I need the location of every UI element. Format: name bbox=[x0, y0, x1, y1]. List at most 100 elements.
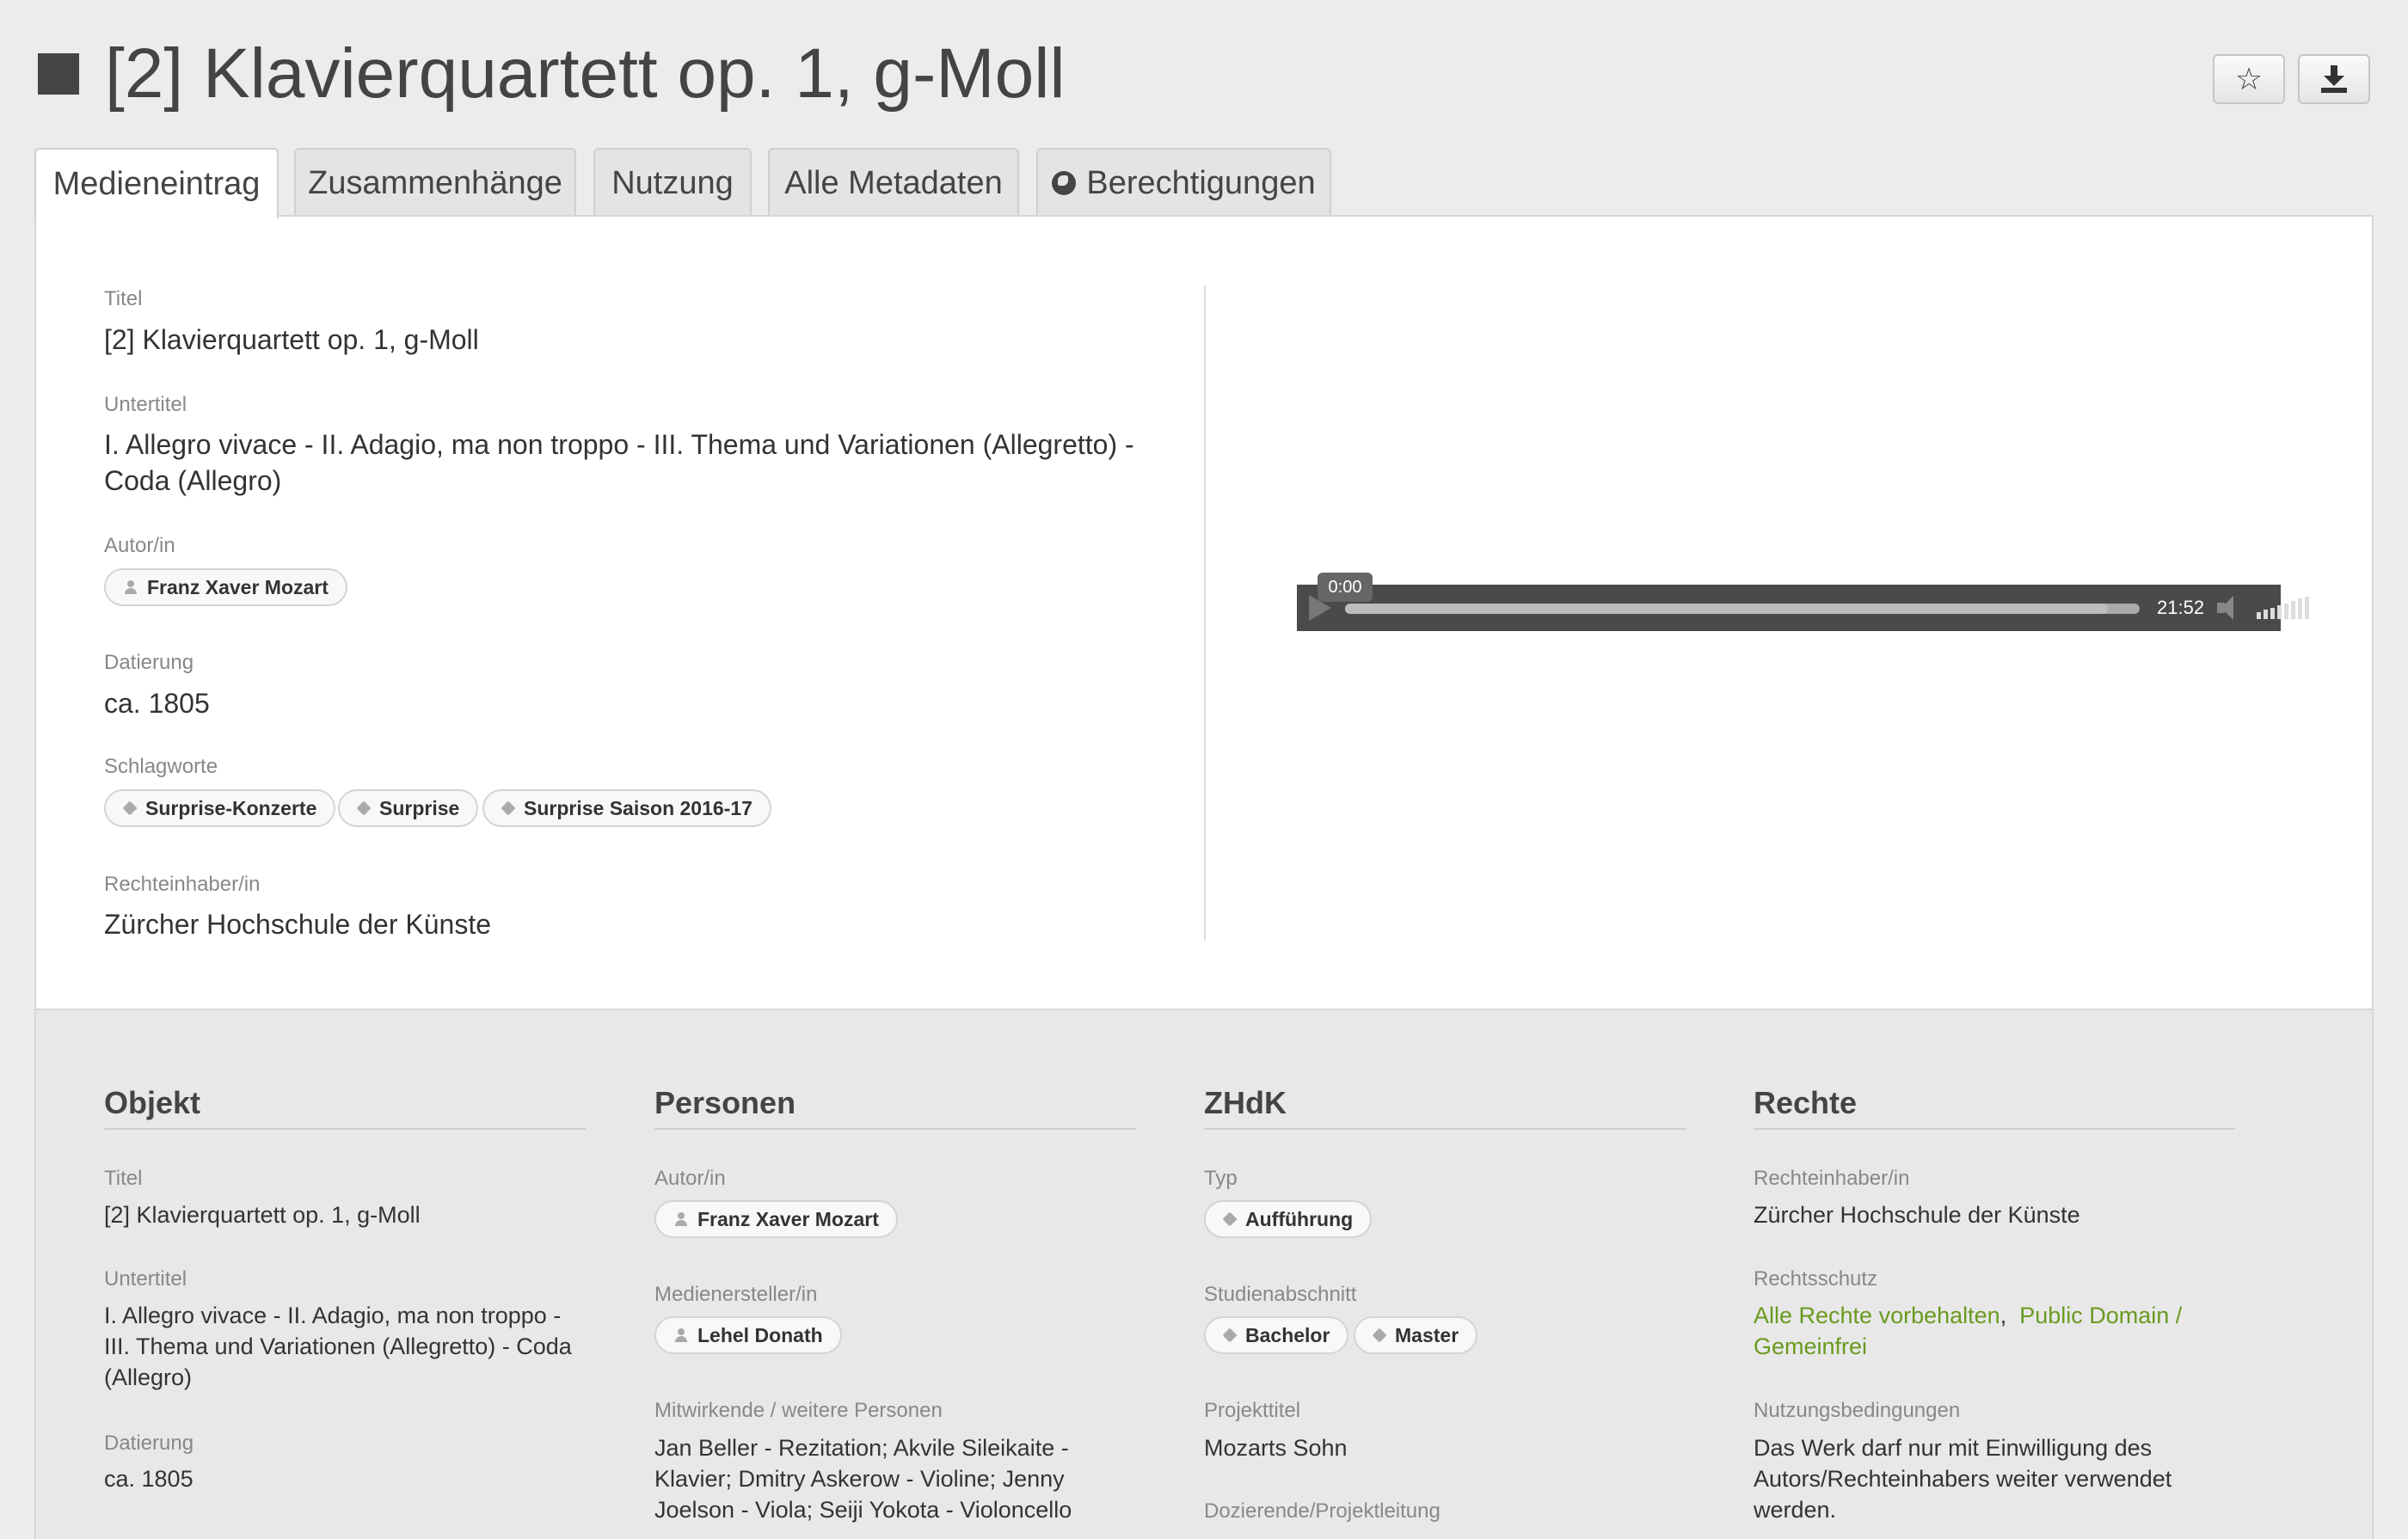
page-title: [2] Klavierquartett op. 1, g-Moll bbox=[105, 34, 1066, 113]
study-tag[interactable]: Bachelor bbox=[1204, 1316, 1349, 1354]
tab-alle-metadaten[interactable]: Alle Metadaten bbox=[768, 148, 1019, 217]
personen-creator-label: Medienersteller/in bbox=[654, 1283, 818, 1306]
objekt-title-label: Titel bbox=[104, 1167, 143, 1190]
section-rule bbox=[1754, 1128, 2235, 1130]
volume-bar bbox=[2257, 612, 2261, 619]
tab-label: Alle Metadaten bbox=[784, 164, 1003, 201]
volume-bar bbox=[2291, 601, 2295, 619]
favorite-button[interactable]: ☆ bbox=[2213, 54, 2285, 104]
license-link[interactable]: Alle Rechte vorbehalten bbox=[1754, 1303, 2000, 1328]
keyword-label: Surprise Saison 2016-17 bbox=[524, 796, 752, 819]
tab-nutzung[interactable]: Nutzung bbox=[593, 148, 752, 217]
zhdk-project-label: Projekttitel bbox=[1204, 1399, 1301, 1422]
volume-bar bbox=[2264, 610, 2268, 619]
zhdk-type-label: Typ bbox=[1204, 1167, 1238, 1190]
volume-bar bbox=[2298, 598, 2302, 619]
volume-bar bbox=[2270, 607, 2275, 619]
creator-tag[interactable]: Lehel Donath bbox=[654, 1316, 842, 1354]
section-rule bbox=[104, 1128, 586, 1130]
author-name: Franz Xaver Mozart bbox=[147, 575, 329, 598]
audio-player: 21:52 bbox=[1297, 585, 2309, 631]
section-heading-personen: Personen bbox=[654, 1085, 796, 1120]
tab-berechtigungen[interactable]: Berechtigungen bbox=[1036, 148, 1331, 217]
section-heading-rechte: Rechte bbox=[1754, 1085, 1858, 1120]
download-icon bbox=[2321, 65, 2347, 93]
section-heading-objekt: Objekt bbox=[104, 1085, 201, 1120]
volume-slider[interactable] bbox=[2257, 596, 2317, 619]
rechte-protection-value: Alle Rechte vorbehalten, Public Domain /… bbox=[1754, 1300, 2235, 1362]
volume-bar bbox=[2277, 605, 2282, 619]
keywords-label: Schlagworte bbox=[104, 755, 218, 778]
author-name: Franz Xaver Mozart bbox=[697, 1207, 879, 1230]
panel-divider bbox=[1204, 285, 1206, 941]
rechte-terms-value: Das Werk darf nur mit Einwilligung des A… bbox=[1754, 1435, 2172, 1523]
rechte-terms-label: Nutzungsbedingungen bbox=[1754, 1399, 1961, 1422]
rechte-holder-label: Rechteinhaber/in bbox=[1754, 1167, 1910, 1190]
rightsholder-value: Zürcher Hochschule der Künste bbox=[104, 909, 491, 940]
seek-bar[interactable] bbox=[1345, 604, 2140, 614]
rechte-holder-value: Zürcher Hochschule der Künste bbox=[1754, 1202, 2080, 1228]
zhdk-lecturer-label: Dozierende/Projektleitung bbox=[1204, 1499, 1440, 1523]
personen-contributors-label: Mitwirkende / weitere Personen bbox=[654, 1399, 943, 1422]
keyword-label: Surprise bbox=[379, 796, 460, 819]
author-tag[interactable]: Franz Xaver Mozart bbox=[104, 568, 347, 606]
keyword-tag[interactable]: Surprise bbox=[338, 789, 479, 827]
creator-name: Lehel Donath bbox=[697, 1323, 823, 1346]
study-label: Master bbox=[1395, 1323, 1459, 1346]
volume-bar bbox=[2284, 603, 2288, 619]
study-label: Bachelor bbox=[1245, 1323, 1330, 1346]
title-value: [2] Klavierquartett op. 1, g-Moll bbox=[104, 324, 479, 355]
tag-icon bbox=[1222, 1211, 1238, 1227]
section-rule bbox=[1204, 1128, 1686, 1130]
date-label: Datierung bbox=[104, 651, 194, 674]
objekt-date-label: Datierung bbox=[104, 1432, 194, 1455]
tag-icon bbox=[1222, 1327, 1238, 1343]
personen-author-label: Autor/in bbox=[654, 1167, 726, 1190]
license-separator: , bbox=[2000, 1303, 2007, 1328]
zhdk-project-value: Mozarts Sohn bbox=[1204, 1435, 1348, 1461]
duration-label: 21:52 bbox=[2157, 597, 2205, 618]
download-button[interactable] bbox=[2298, 54, 2370, 104]
page-header: [2] Klavierquartett op. 1, g-Moll bbox=[38, 31, 1066, 117]
person-icon bbox=[675, 1212, 687, 1226]
type-tag[interactable]: Aufführung bbox=[1204, 1200, 1373, 1238]
current-time-tooltip: 0:00 bbox=[1318, 573, 1373, 602]
seek-bar-buffered bbox=[1345, 604, 2109, 614]
tab-medieneintrag[interactable]: Medieneintrag bbox=[34, 148, 279, 218]
zhdk-study-label: Studienabschnitt bbox=[1204, 1283, 1357, 1306]
keyword-tag[interactable]: Surprise Saison 2016-17 bbox=[482, 789, 771, 827]
volume-mute-icon[interactable] bbox=[2217, 596, 2243, 620]
subtitle-value: I. Allegro vivace - II. Adagio, ma non t… bbox=[104, 429, 1134, 496]
globe-icon bbox=[1052, 171, 1077, 195]
subtitle-label: Untertitel bbox=[104, 393, 187, 416]
section-rule bbox=[654, 1128, 1136, 1130]
tag-icon bbox=[501, 800, 516, 816]
volume-bar bbox=[2305, 596, 2309, 619]
type-label: Aufführung bbox=[1245, 1207, 1354, 1230]
tab-zusammenhaenge[interactable]: Zusammenhänge bbox=[294, 148, 576, 217]
study-tag[interactable]: Master bbox=[1354, 1316, 1478, 1354]
author-tag[interactable]: Franz Xaver Mozart bbox=[654, 1200, 898, 1238]
keyword-label: Surprise-Konzerte bbox=[145, 796, 317, 819]
objekt-title-value: [2] Klavierquartett op. 1, g-Moll bbox=[104, 1202, 421, 1228]
author-label: Autor/in bbox=[104, 534, 175, 557]
tag-icon bbox=[1372, 1327, 1387, 1343]
person-icon bbox=[125, 580, 137, 594]
tag-icon bbox=[122, 800, 138, 816]
star-icon: ☆ bbox=[2234, 61, 2264, 96]
rightsholder-label: Rechteinhaber/in bbox=[104, 873, 261, 896]
tag-icon bbox=[356, 800, 372, 816]
person-icon bbox=[675, 1328, 687, 1342]
tab-label: Zusammenhänge bbox=[308, 164, 562, 201]
keyword-tag[interactable]: Surprise-Konzerte bbox=[104, 789, 336, 827]
tab-label: Berechtigungen bbox=[1086, 164, 1316, 201]
personen-contributors-value: Jan Beller - Rezitation; Akvile Sileikai… bbox=[654, 1435, 1072, 1523]
rechte-protection-label: Rechtsschutz bbox=[1754, 1267, 1878, 1291]
section-heading-zhdk: ZHdK bbox=[1204, 1085, 1287, 1120]
tab-label: Medieneintrag bbox=[52, 165, 261, 202]
tab-label: Nutzung bbox=[611, 164, 734, 201]
date-value: ca. 1805 bbox=[104, 688, 210, 719]
objekt-subtitle-value: I. Allegro vivace - II. Adagio, ma non t… bbox=[104, 1303, 572, 1390]
title-label: Titel bbox=[104, 287, 143, 310]
objekt-date-value: ca. 1805 bbox=[104, 1466, 194, 1492]
